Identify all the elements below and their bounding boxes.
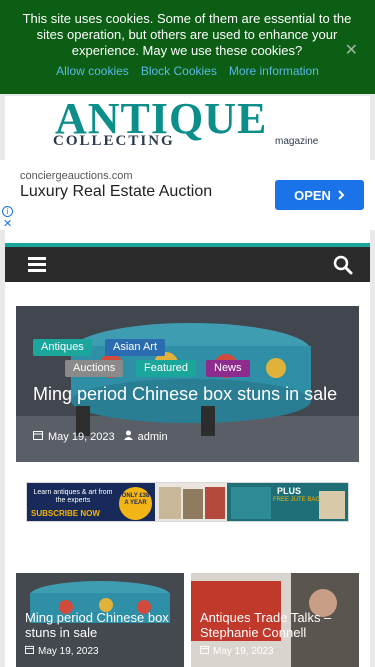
card-title[interactable]: Antiques Trade Talks – Stephanie Connell [200,610,359,640]
featured-post-meta: May 19, 2023 admin [33,430,168,443]
card-meta: May 19, 2023 [200,645,274,657]
tag-featured[interactable]: Featured [136,360,197,377]
card-date[interactable]: May 19, 2023 [38,646,99,657]
tag-antiques[interactable]: Antiques [33,339,92,356]
more-information-link[interactable]: More information [229,64,319,78]
sponsored-ad[interactable]: conciergeauctions.com Luxury Real Estate… [0,160,375,230]
ad-close-icon[interactable]: ✕ [3,217,12,230]
ad-domain: conciergeauctions.com [20,170,133,182]
featured-post-title[interactable]: Ming period Chinese box stuns in sale [33,384,353,404]
cookie-message: This site uses cookies. Some of them are… [22,11,352,58]
ad-title[interactable]: Luxury Real Estate Auction [20,182,220,202]
ad-open-button[interactable]: OPEN [275,180,364,210]
chevron-right-icon [337,188,345,203]
allow-cookies-link[interactable]: Allow cookies [56,64,129,78]
banner-left-panel: Learn antiques & art from the experts SU… [27,483,155,521]
subscription-banner[interactable]: Learn antiques & art from the experts SU… [26,482,349,522]
tag-auctions[interactable]: Auctions [65,360,124,377]
hamburger-menu-icon[interactable] [28,257,46,272]
cookie-banner: This site uses cookies. Some of them are… [0,0,375,94]
post-card-ming-box[interactable]: Ming period Chinese box stuns in sale Ma… [16,573,184,667]
card-title[interactable]: Ming period Chinese box stuns in sale [25,610,184,640]
user-icon [123,430,133,443]
close-icon[interactable]: ✕ [345,40,358,60]
post-author[interactable]: admin [138,431,168,443]
block-cookies-link[interactable]: Block Cookies [141,64,217,78]
logo-collecting: COLLECTING [53,133,175,149]
card-meta: May 19, 2023 [25,645,99,657]
page: This site uses cookies. Some of them are… [0,0,375,667]
calendar-icon [200,645,209,657]
banner-subscribe-text: SUBSCRIBE NOW [31,509,100,518]
search-icon[interactable] [333,255,353,275]
ad-info-icon[interactable]: i [2,206,13,217]
logo-magazine: magazine [275,136,319,147]
card-date[interactable]: May 19, 2023 [213,646,274,657]
banner-plus-text: PLUS [277,486,302,496]
banner-learn-text: Learn antiques & art from the experts [33,489,113,504]
post-date[interactable]: May 19, 2023 [48,431,115,443]
ad-open-label: OPEN [294,187,331,203]
tag-news[interactable]: News [206,360,250,377]
navigation-bar [5,247,370,282]
calendar-icon [25,645,34,657]
tag-asian-art[interactable]: Asian Art [105,339,166,356]
calendar-icon [33,430,43,443]
banner-free-bag-text: FREE JUTE BAG [273,497,321,503]
site-logo[interactable]: ANTIQUE COLLECTING magazine [5,96,370,160]
banner-price-badge: ONLY £38 A YEAR [119,487,152,520]
post-card-trade-talks[interactable]: Antiques Trade Talks – Stephanie Connell… [191,573,359,667]
featured-post[interactable]: Antiques Asian Art Auctions Featured New… [16,306,359,462]
banner-magazine-covers [155,483,227,521]
main-content: Antiques Asian Art Auctions Featured New… [5,230,370,667]
cookie-actions: Allow cookies Block Cookies More informa… [0,64,375,78]
